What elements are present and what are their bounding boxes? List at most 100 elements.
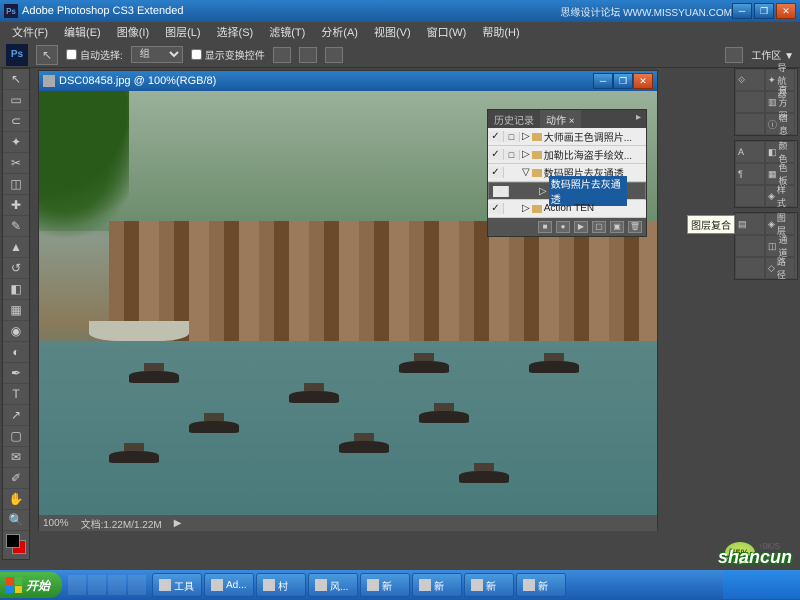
- notes-tool[interactable]: ✉: [3, 447, 29, 468]
- lasso-tool[interactable]: ⊂: [3, 111, 29, 132]
- info-panel-button[interactable]: ⓘ信息: [765, 113, 795, 135]
- paths-panel-button[interactable]: ◇路径: [765, 257, 795, 279]
- menu-image[interactable]: 图像(I): [109, 22, 157, 42]
- image-bridge: [89, 321, 189, 341]
- task-button[interactable]: 新: [516, 573, 566, 597]
- layer-comp-icon[interactable]: ▤: [735, 213, 765, 235]
- task-button[interactable]: 工具: [152, 573, 202, 597]
- heal-tool[interactable]: ✚: [3, 195, 29, 216]
- history-tab[interactable]: 历史记录: [488, 110, 540, 128]
- tray-icon[interactable]: [729, 578, 743, 592]
- menu-view[interactable]: 视图(V): [366, 22, 419, 42]
- task-button[interactable]: 风...: [308, 573, 358, 597]
- action-row[interactable]: ✓□ ▷加勒比海盗手绘效...: [488, 146, 646, 164]
- marquee-tool[interactable]: ▭: [3, 90, 29, 111]
- color-panel-button[interactable]: ◧颜色: [765, 141, 795, 163]
- new-set-icon[interactable]: ▢: [592, 221, 606, 233]
- task-button[interactable]: Ad...: [204, 573, 254, 597]
- status-arrow-icon[interactable]: ▶: [174, 518, 182, 529]
- auto-select-checkbox[interactable]: 自动选择:: [66, 47, 123, 62]
- start-button[interactable]: 开始: [0, 572, 62, 598]
- document-filesize: 文档:1.22M/1.22M: [81, 516, 162, 531]
- menu-help[interactable]: 帮助(H): [474, 22, 527, 42]
- brush-tool[interactable]: ✎: [3, 216, 29, 237]
- zoom-level[interactable]: 100%: [43, 518, 69, 529]
- document-titlebar[interactable]: DSC08458.jpg @ 100%(RGB/8) ─ ❐ ✕: [39, 71, 657, 91]
- task-button[interactable]: 新: [412, 573, 462, 597]
- document-statusbar: 100% 文档:1.22M/1.22M ▶: [39, 515, 657, 531]
- tray-icon[interactable]: [780, 578, 794, 592]
- type-tool[interactable]: T: [3, 384, 29, 405]
- menu-file[interactable]: 文件(F): [4, 22, 56, 42]
- doc-close-button[interactable]: ✕: [633, 73, 653, 89]
- path-tool[interactable]: ↗: [3, 405, 29, 426]
- para-panel-icon[interactable]: ¶: [735, 163, 765, 185]
- align-icon-1[interactable]: [273, 47, 291, 63]
- task-button[interactable]: 新: [464, 573, 514, 597]
- history-brush-tool[interactable]: ↺: [3, 258, 29, 279]
- auto-select-dropdown[interactable]: 组: [131, 46, 183, 63]
- new-action-icon[interactable]: ▣: [610, 221, 624, 233]
- play-icon[interactable]: ▶: [574, 221, 588, 233]
- ps-logo[interactable]: Ps: [6, 44, 28, 66]
- stop-icon[interactable]: ■: [538, 221, 552, 233]
- zoom-tool[interactable]: 🔍: [3, 510, 29, 531]
- close-button[interactable]: ✕: [776, 3, 796, 19]
- menu-edit[interactable]: 编辑(E): [56, 22, 109, 42]
- swatches-panel-button[interactable]: ▦色板: [765, 163, 795, 185]
- dock-toggle-icon[interactable]: ⟐: [735, 69, 765, 91]
- menu-select[interactable]: 选择(S): [209, 22, 262, 42]
- tray-icon[interactable]: [746, 578, 760, 592]
- align-icon-3[interactable]: [325, 47, 343, 63]
- color-swatches[interactable]: [3, 531, 29, 559]
- minimize-button[interactable]: ─: [732, 3, 752, 19]
- crop-tool[interactable]: ✂: [3, 153, 29, 174]
- record-icon[interactable]: ●: [556, 221, 570, 233]
- hand-tool[interactable]: ✋: [3, 489, 29, 510]
- ql-icon[interactable]: [88, 575, 106, 595]
- stamp-tool[interactable]: ▲: [3, 237, 29, 258]
- foreground-color[interactable]: [6, 534, 20, 548]
- action-row[interactable]: ✓□ ▷大师画王色调照片...: [488, 128, 646, 146]
- dodge-tool[interactable]: ◐: [3, 342, 29, 363]
- action-row[interactable]: ✓ ▷Action TEN: [488, 200, 646, 218]
- blur-tool[interactable]: ◉: [3, 321, 29, 342]
- styles-panel-button[interactable]: ◈样式: [765, 185, 795, 207]
- wand-tool[interactable]: ✦: [3, 132, 29, 153]
- eyedropper-tool[interactable]: ✐: [3, 468, 29, 489]
- char-panel-icon[interactable]: A: [735, 141, 765, 163]
- ql-icon[interactable]: [108, 575, 126, 595]
- slice-tool[interactable]: ◫: [3, 174, 29, 195]
- ql-icon[interactable]: [68, 575, 86, 595]
- doc-minimize-button[interactable]: ─: [593, 73, 613, 89]
- go-to-bridge-icon[interactable]: [725, 47, 743, 63]
- move-tool[interactable]: ↖: [3, 69, 29, 90]
- channels-panel-button[interactable]: ◫通道: [765, 235, 795, 257]
- image-boat: [529, 361, 579, 373]
- histogram-panel-button[interactable]: ▥直方图: [765, 91, 795, 113]
- tray-icon[interactable]: [763, 578, 777, 592]
- eraser-tool[interactable]: ◧: [3, 279, 29, 300]
- align-icon-2[interactable]: [299, 47, 317, 63]
- task-button[interactable]: 村: [256, 573, 306, 597]
- document-canvas[interactable]: 历史记录 动作 × ▸ ✓□ ▷大师画王色调照片... ✓□ ▷加勒比海盗手绘效…: [39, 91, 657, 515]
- doc-maximize-button[interactable]: ❐: [613, 73, 633, 89]
- maximize-button[interactable]: ❐: [754, 3, 774, 19]
- gradient-tool[interactable]: ▦: [3, 300, 29, 321]
- layers-panel-button[interactable]: ◈图层: [765, 213, 795, 235]
- menu-filter[interactable]: 滤镜(T): [261, 22, 313, 42]
- menu-analysis[interactable]: 分析(A): [313, 22, 366, 42]
- pen-tool[interactable]: ✒: [3, 363, 29, 384]
- menu-window[interactable]: 窗口(W): [419, 22, 475, 42]
- titlebar: Ps Adobe Photoshop CS3 Extended 思缘设计论坛 W…: [0, 0, 800, 22]
- shape-tool[interactable]: ▢: [3, 426, 29, 447]
- actions-tab[interactable]: 动作 ×: [540, 110, 581, 128]
- show-transform-checkbox[interactable]: 显示变换控件: [191, 47, 265, 62]
- task-button[interactable]: 新: [360, 573, 410, 597]
- trash-icon[interactable]: 🗑: [628, 221, 642, 233]
- menu-layer[interactable]: 图层(L): [157, 22, 208, 42]
- action-row-selected[interactable]: ✓ ▷数码照片去灰通透: [488, 182, 646, 200]
- panel-menu-icon[interactable]: ▸: [631, 110, 646, 128]
- system-tray[interactable]: [723, 571, 800, 599]
- ql-icon[interactable]: [128, 575, 146, 595]
